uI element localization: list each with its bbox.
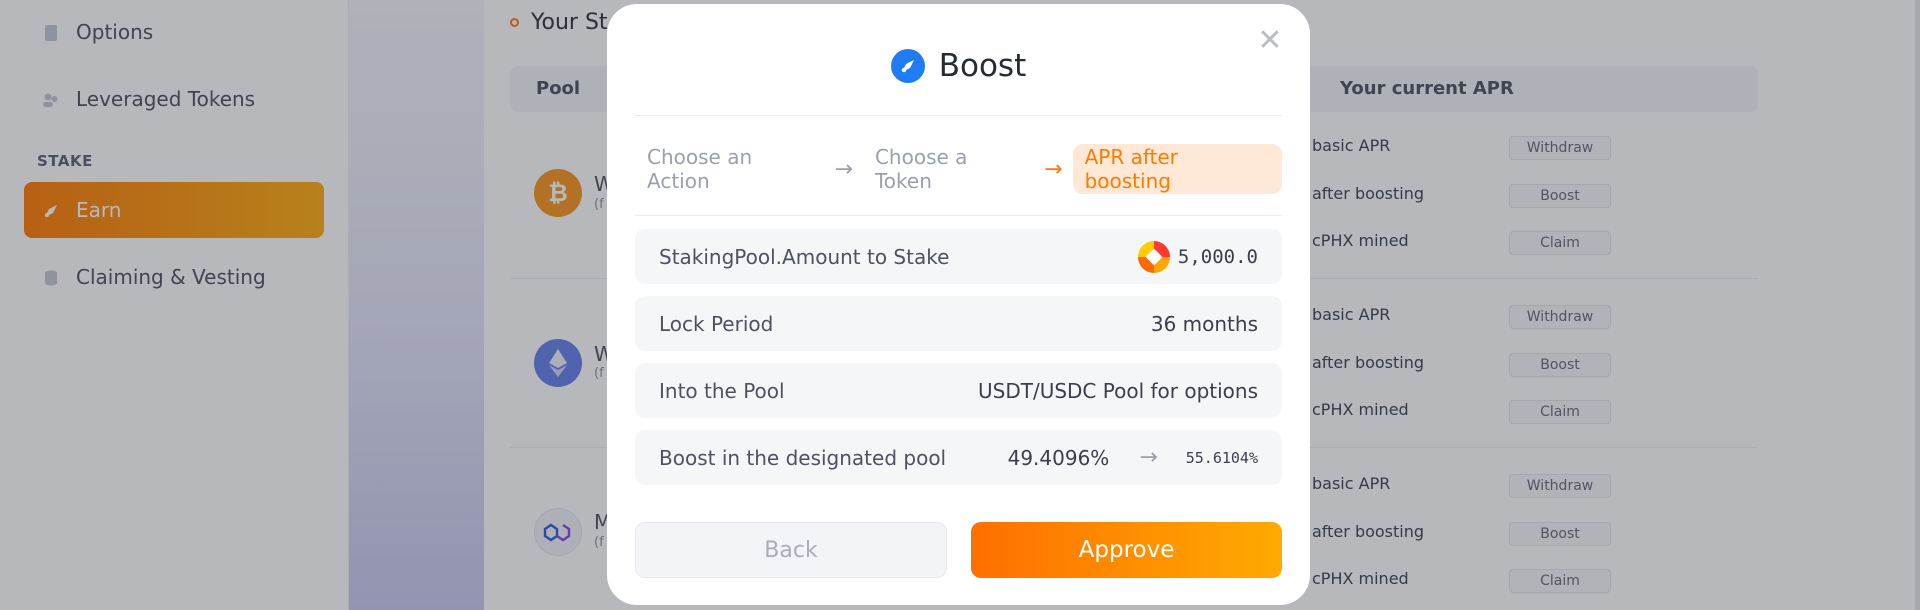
step-indicator: Choose an Action → Choose a Token → APR … (635, 141, 1282, 197)
arrow-right-icon: → (1139, 445, 1158, 470)
boost-modal: ✕ Boost Choose an Action → Choose a Toke… (607, 4, 1310, 605)
boost-row: Boost in the designated pool 49.4096% → … (635, 430, 1282, 485)
modal-title: Boost (938, 48, 1027, 84)
back-button[interactable]: Back (635, 522, 947, 578)
modal-header: Boost (607, 48, 1310, 84)
approve-button[interactable]: Approve (971, 522, 1282, 578)
step-choose-action: Choose an Action (647, 145, 753, 193)
lock-period-row: Lock Period 36 months (635, 296, 1282, 351)
lock-period-value: 36 months (1150, 311, 1258, 336)
into-pool-label: Into the Pool (659, 378, 785, 403)
arrow-right-icon: → (1044, 156, 1063, 182)
divider (635, 215, 1282, 216)
arrow-right-icon: → (834, 156, 853, 182)
into-pool-value: USDT/USDC Pool for options (978, 378, 1258, 403)
divider (635, 115, 1282, 116)
boost-logo-icon (890, 49, 925, 83)
into-pool-row: Into the Pool USDT/USDC Pool for options (635, 363, 1282, 418)
boost-label: Boost in the designated pool (659, 445, 947, 470)
phx-token-icon (1137, 240, 1170, 273)
boost-from-value: 49.4096% (1007, 445, 1110, 470)
step-apr-after-boosting: APR after boosting (1072, 144, 1282, 194)
step-choose-token: Choose a Token (874, 145, 968, 193)
amount-to-stake-row: StakingPool.Amount to Stake 5,000.0 (635, 229, 1282, 284)
lock-period-label: Lock Period (659, 311, 774, 336)
boost-to-value: 55.6104% (1185, 448, 1258, 467)
amount-to-stake-value: 5,000.0 (1177, 245, 1258, 268)
amount-to-stake-label: StakingPool.Amount to Stake (659, 244, 950, 269)
